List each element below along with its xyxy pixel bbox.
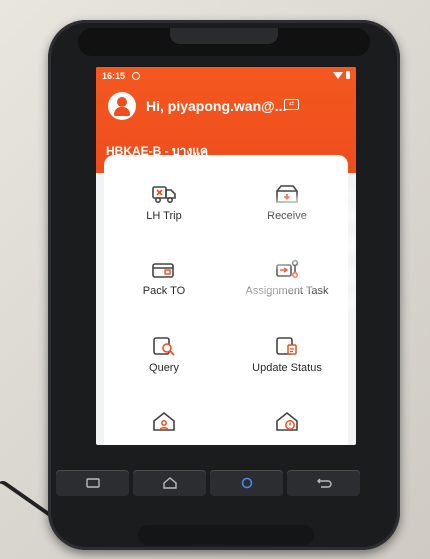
- wifi-icon: [333, 71, 343, 79]
- avatar[interactable]: [108, 92, 136, 120]
- status-time: 16:15: [102, 71, 126, 81]
- menu-item-receive[interactable]: Receive: [232, 183, 342, 222]
- menu-item-pack-to[interactable]: Pack TO: [109, 258, 219, 297]
- pack-box-icon: [152, 263, 174, 278]
- update-doc-icon: [276, 337, 297, 355]
- battery-icon: [346, 71, 350, 79]
- home-icon: [162, 477, 177, 489]
- truck-icon: [152, 186, 176, 204]
- menu-item-row4-left[interactable]: [109, 410, 219, 437]
- house-user-icon: [153, 411, 175, 431]
- circle-key[interactable]: [210, 470, 283, 496]
- menu-item-assignment-task[interactable]: Assignment Task: [232, 258, 342, 297]
- avatar-body: [114, 107, 130, 116]
- notification-icon: [132, 72, 140, 80]
- menu-card: LH Trip Receive Pack TO Assignment Task …: [104, 155, 348, 445]
- user-greeting: Hi, piyapong.wan@...: [146, 98, 287, 114]
- back-arrow-icon: [316, 478, 332, 488]
- switch-account-icon[interactable]: ⇄: [284, 99, 299, 110]
- device-chin: [138, 525, 314, 545]
- menu-key[interactable]: [56, 470, 129, 496]
- assignment-icon: [276, 259, 299, 278]
- menu-item-row4-right[interactable]: [232, 410, 342, 437]
- box-receive-icon: [276, 185, 298, 203]
- menu-label-query: Query: [149, 362, 179, 374]
- hardware-nav-bar: [56, 470, 360, 496]
- menu-label-assignment-task: Assignment Task: [245, 285, 329, 297]
- circle-icon: [241, 477, 252, 489]
- home-key[interactable]: [133, 470, 206, 496]
- menu-lines-icon: [85, 478, 100, 488]
- status-bar: 16:15: [102, 70, 350, 84]
- house-alert-icon: [276, 411, 298, 431]
- menu-item-query[interactable]: Query: [109, 335, 219, 374]
- menu-label-lh-trip: LH Trip: [146, 210, 182, 222]
- menu-label-update-status: Update Status: [252, 362, 322, 374]
- device-notch: [170, 28, 278, 44]
- status-icons: [333, 71, 350, 79]
- search-doc-icon: [153, 337, 175, 356]
- menu-label-pack-to: Pack TO: [142, 285, 186, 297]
- avatar-head: [117, 97, 127, 107]
- menu-item-lh-trip[interactable]: LH Trip: [109, 183, 219, 222]
- menu-label-receive: Receive: [267, 210, 307, 222]
- screen: 16:15 Hi, piyapong.wan@... ⇄ HBKAE-B - บ…: [96, 67, 356, 445]
- menu-item-update-status[interactable]: Update Status: [232, 335, 342, 374]
- back-key[interactable]: [287, 470, 360, 496]
